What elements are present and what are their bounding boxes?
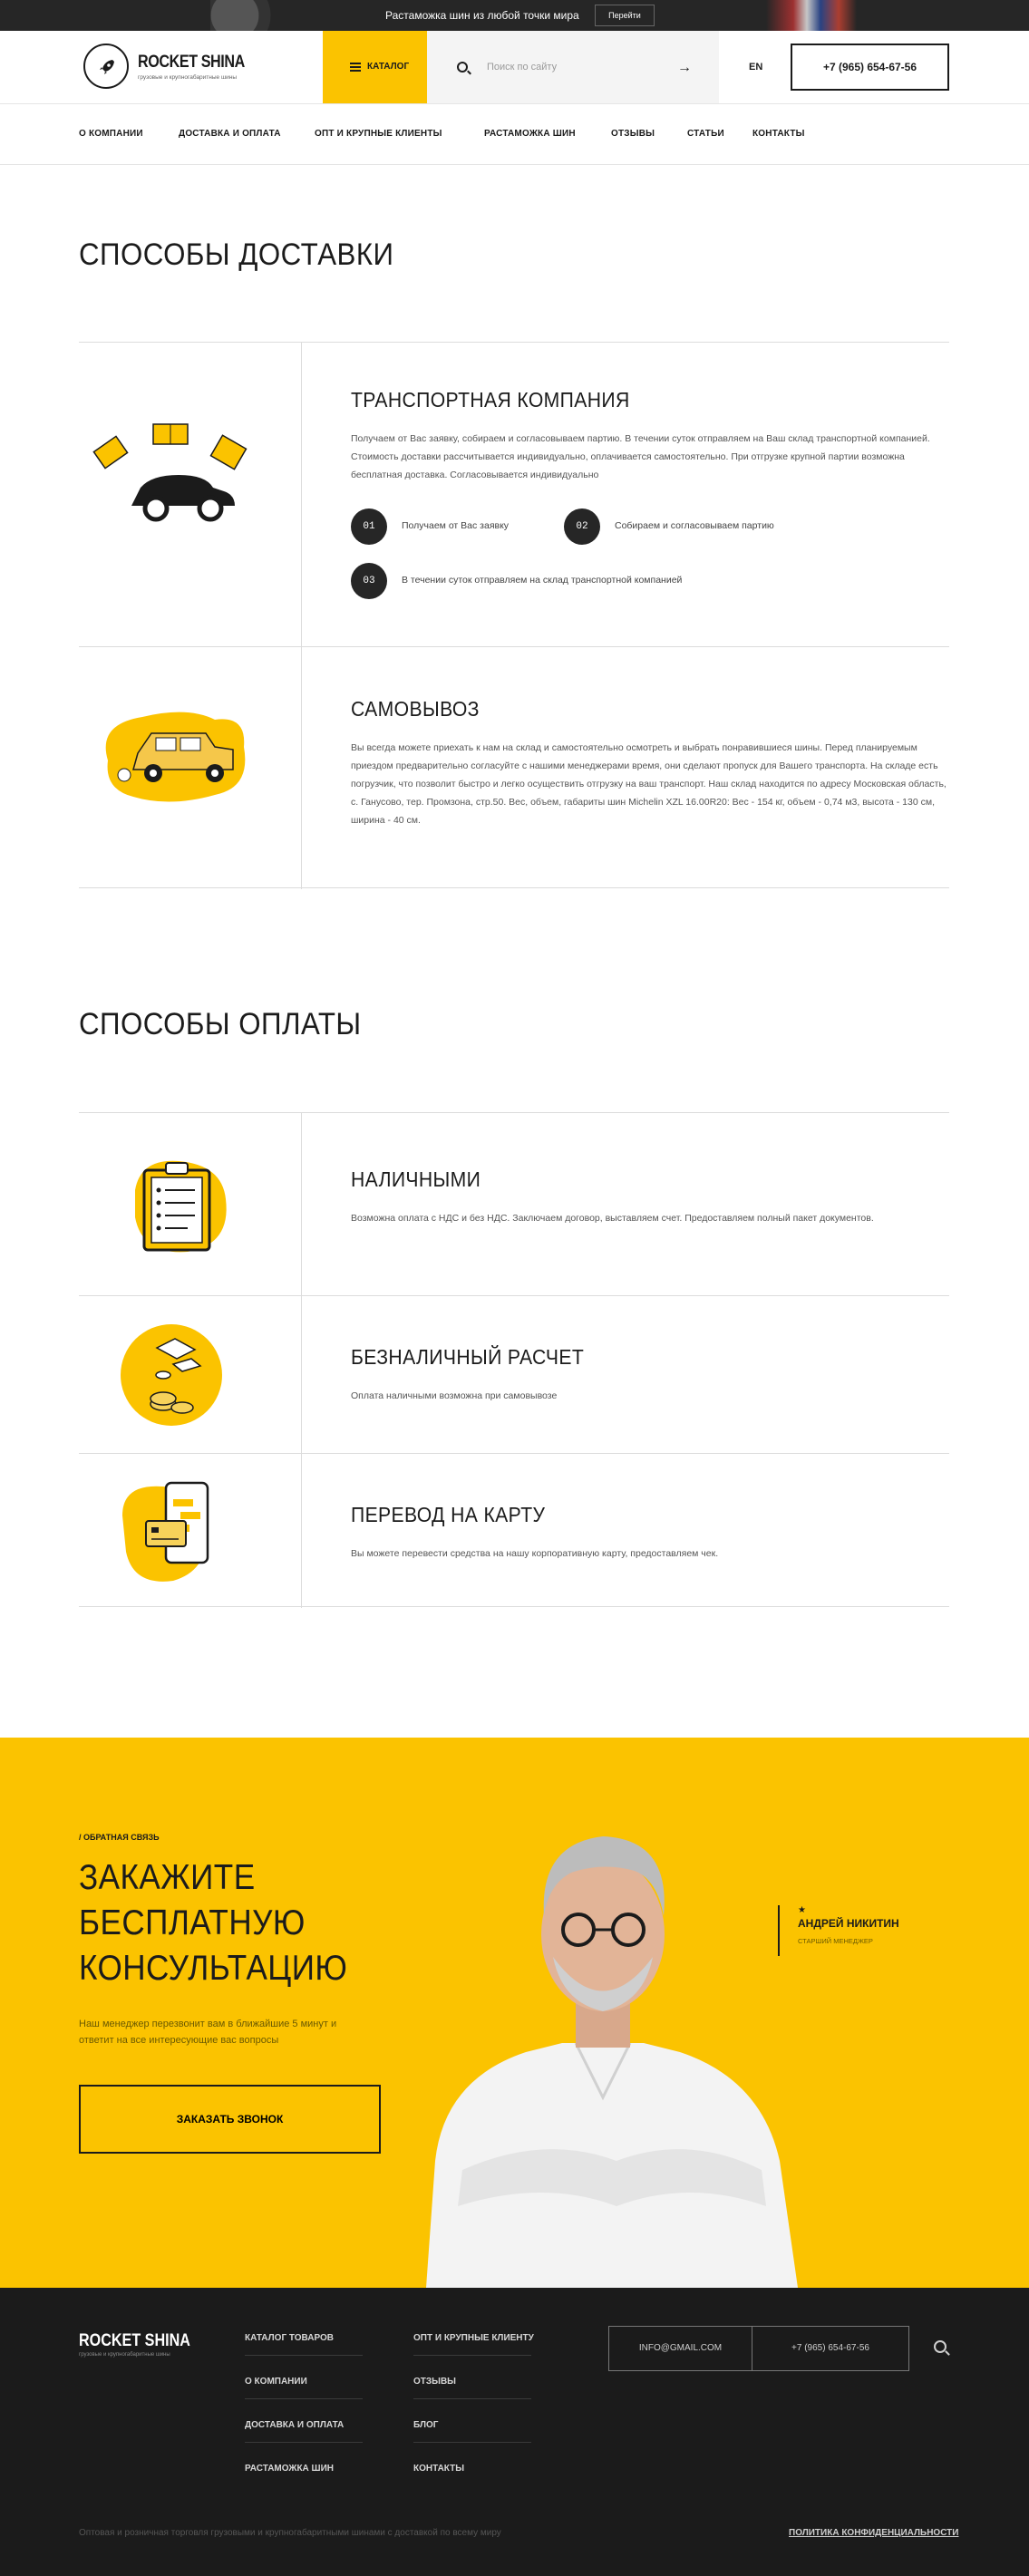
transport-text: Получаем от Вас заявку, собираем и согла… — [351, 433, 930, 480]
manager-role: СТАРШИЙ МЕНЕДЖЕР — [798, 1937, 873, 1945]
promo-tire-image — [210, 0, 292, 31]
search-bar: → — [427, 31, 719, 103]
footer-link-customs[interactable]: РАСТАМОЖКА ШИН — [245, 2464, 334, 2474]
burger-icon — [350, 63, 361, 72]
footer-link-blog[interactable]: БЛОГ — [413, 2420, 438, 2430]
step-text: Собираем и согласовываем партию — [615, 520, 774, 531]
footer-logo-title[interactable]: ROCKET SHINA — [79, 2331, 190, 2351]
footer-link-catalog[interactable]: КАТАЛОГ ТОВАРОВ — [245, 2333, 334, 2343]
pickup-text: Вы всегда можете приехать к нам на склад… — [351, 742, 946, 826]
catalog-button[interactable]: КАТАЛОГ ТОВАРОВ — [323, 31, 427, 144]
search-icon[interactable] — [934, 2340, 946, 2353]
footer-email[interactable]: INFO@GMAIL.COM — [609, 2327, 752, 2370]
cashless-text: Оплата наличными возможна при самовывозе — [351, 1390, 558, 1401]
star-icon: ★ — [798, 1905, 806, 1915]
jeep-icon — [79, 697, 301, 815]
promo-bar: Растаможка шин из любой точки мира Перей… — [0, 0, 1029, 31]
clipboard-icon — [79, 1154, 301, 1258]
delivery-pickup-row: САМОВЫВОЗ Вы всегда можете приехать к на… — [79, 646, 949, 889]
phone-card-icon — [79, 1479, 301, 1588]
arrow-right-icon[interactable]: → — [677, 60, 692, 76]
nav-item-delivery[interactable]: ДОСТАВКА И ОПЛАТА — [179, 129, 281, 139]
site-footer: ROCKET SHINA грузовые и крупногабаритные… — [0, 2288, 1029, 2576]
step-number: 03 — [351, 563, 387, 599]
main-nav: О КОМПАНИИ ДОСТАВКА И ОПЛАТА ОПТ И КРУПН… — [0, 103, 1029, 165]
cta-title-line: КОНСУЛЬТАЦИЮ — [79, 1949, 348, 1988]
manager-photo — [426, 1836, 798, 2288]
rocket-icon — [100, 60, 114, 74]
footer-phone[interactable]: +7 (965) 654-67-56 — [752, 2327, 908, 2370]
footer-link-reviews[interactable]: ОТЗЫВЫ — [413, 2377, 456, 2387]
cta-eyebrow: / ОБРАТНАЯ СВЯЗЬ — [79, 1833, 160, 1842]
language-switch[interactable]: EN — [749, 62, 762, 73]
card-heading: ПЕРЕВОД НА КАРТУ — [351, 1503, 546, 1526]
logo-title[interactable]: ROCKET SHINA — [138, 53, 245, 73]
cash-text: Возможна оплата с НДС и без НДС. Заключа… — [351, 1213, 874, 1224]
footer-link-about[interactable]: О КОМПАНИИ — [245, 2377, 307, 2387]
payment-cash-row: НАЛИЧНЫМИ Возможна оплата с НДС и без НД… — [79, 1112, 949, 1296]
step-number: 01 — [351, 508, 387, 545]
cta-lead: Наш менеджер перезвонит вам в ближайшие … — [79, 2019, 337, 2046]
nav-item-about[interactable]: О КОМПАНИИ — [79, 129, 143, 139]
nav-item-wholesale[interactable]: ОПТ И КРУПНЫЕ КЛИЕНТЫ — [315, 129, 442, 139]
pickup-heading: САМОВЫВОЗ — [351, 697, 480, 721]
footer-link-wholesale[interactable]: ОПТ И КРУПНЫЕ КЛИЕНТУ — [413, 2333, 534, 2343]
payment-cashless-row: БЕЗНАЛИЧНЫЙ РАСЧЕТ Оплата наличными возм… — [79, 1295, 949, 1454]
search-icon — [457, 62, 468, 73]
phone-button[interactable]: +7 (965) 654-67-56 — [791, 44, 949, 91]
promo-text: Растаможка шин из любой точки мира — [385, 9, 579, 22]
manager-card: ★ АНДРЕЙ НИКИТИН СТАРШИЙ МЕНЕДЖЕР — [778, 1905, 899, 1956]
promo-go-button[interactable]: Перейти — [595, 5, 655, 26]
site-header: ROCKET SHINA грузовые и крупногабаритные… — [0, 31, 1029, 144]
manager-name: АНДРЕЙ НИКИТИН — [798, 1917, 899, 1930]
payment-title: СПОСОБЫ ОПЛАТЫ — [79, 1007, 362, 1041]
step-number: 02 — [564, 508, 600, 545]
cta-title-line: БЕСПЛАТНУЮ — [79, 1903, 306, 1942]
order-call-button[interactable]: ЗАКАЗАТЬ ЗВОНОК — [79, 2085, 381, 2154]
card-text: Вы можете перевести средства на нашу кор… — [351, 1548, 719, 1559]
nav-item-customs[interactable]: РАСТАМОЖКА ШИН — [484, 129, 576, 139]
footer-link-delivery[interactable]: ДОСТАВКА И ОПЛАТА — [245, 2420, 344, 2430]
cash-heading: НАЛИЧНЫМИ — [351, 1167, 481, 1191]
coins-icon — [79, 1319, 301, 1432]
footer-link-contacts[interactable]: КОНТАКТЫ — [413, 2464, 464, 2474]
logo-emblem[interactable] — [83, 44, 129, 89]
step-text: В течении суток отправляем на склад тран… — [402, 575, 683, 586]
nav-item-contacts[interactable]: КОНТАКТЫ — [752, 129, 805, 139]
delivery-transport-row: ТРАНСПОРТНАЯ КОМПАНИЯ Получаем от Вас за… — [79, 342, 949, 647]
cta-title-line: ЗАКАЖИТЕ — [79, 1858, 256, 1897]
footer-contacts: INFO@GMAIL.COM +7 (965) 654-67-56 — [608, 2326, 909, 2371]
transport-heading: ТРАНСПОРТНАЯ КОМПАНИЯ — [351, 388, 630, 412]
privacy-policy-link[interactable]: ПОЛИТИКА КОНФИДЕНЦИАЛЬНОСТИ — [789, 2528, 958, 2538]
nav-item-reviews[interactable]: ОТЗЫВЫ — [611, 129, 655, 139]
delivery-title: СПОСОБЫ ДОСТАВКИ — [79, 237, 394, 272]
cta-title: ЗАКАЖИТЕ БЕСПЛАТНУЮ КОНСУЛЬТАЦИЮ — [79, 1855, 422, 1991]
step-text: Получаем от Вас заявку — [402, 520, 510, 531]
footer-logo-subtitle: грузовые и крупногабаритные шины — [79, 2352, 170, 2358]
boxes-car-icon — [79, 415, 301, 533]
cashless-heading: БЕЗНАЛИЧНЫЙ РАСЧЕТ — [351, 1345, 585, 1369]
nav-item-articles[interactable]: СТАТЬИ — [687, 129, 724, 139]
footer-copyright: Оптовая и розничная торговля грузовыми и… — [79, 2528, 501, 2538]
search-input[interactable] — [487, 58, 650, 76]
consultation-section: / ОБРАТНАЯ СВЯЗЬ ЗАКАЖИТЕ БЕСПЛАТНУЮ КОН… — [0, 1738, 1029, 2288]
logo-subtitle: грузовые и крупногабаритные шины — [138, 74, 238, 81]
payment-card-row: ПЕРЕВОД НА КАРТУ Вы можете перевести сре… — [79, 1453, 949, 1608]
promo-flags-image — [766, 0, 857, 31]
